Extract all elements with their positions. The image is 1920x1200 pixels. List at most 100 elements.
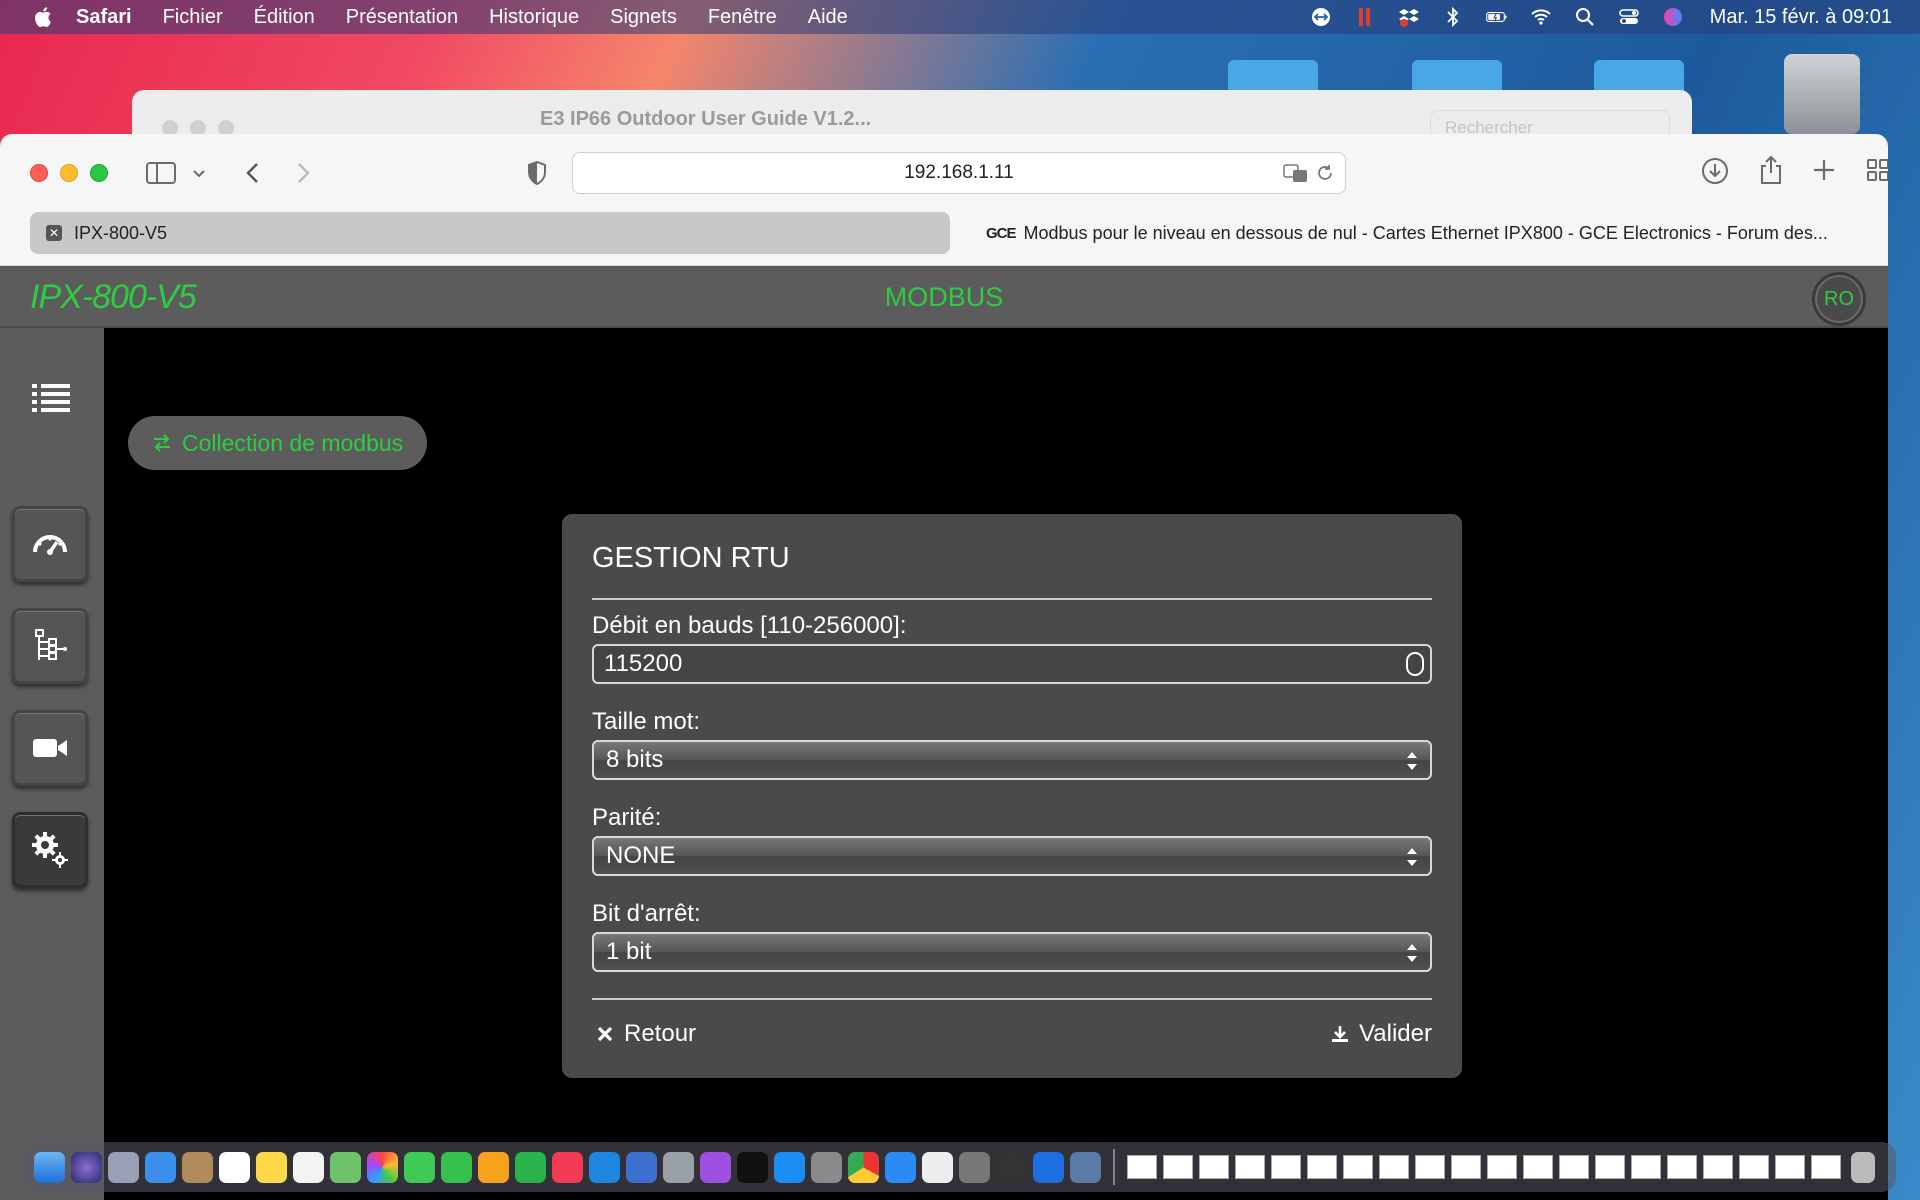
apple-icon[interactable]: [663, 1151, 694, 1183]
share-icon[interactable]: [1756, 154, 1786, 186]
reminders-icon[interactable]: [293, 1151, 324, 1183]
app-store-icon[interactable]: [774, 1151, 805, 1183]
document-icon[interactable]: [1379, 1155, 1409, 1179]
document-icon[interactable]: [1271, 1155, 1301, 1179]
system-preferences-icon[interactable]: [811, 1151, 842, 1183]
numbers-icon[interactable]: [515, 1151, 546, 1183]
minimize-window-button[interactable]: [60, 164, 78, 182]
menu-signets[interactable]: Signets: [610, 6, 677, 29]
menu-historique[interactable]: Historique: [489, 6, 579, 29]
collection-modbus-button[interactable]: Collection de modbus: [128, 416, 428, 470]
parallels-icon[interactable]: [1354, 6, 1376, 28]
document-icon[interactable]: [1811, 1155, 1841, 1179]
menubar-clock[interactable]: Mar. 15 févr. à 09:01: [1710, 6, 1892, 29]
document-icon[interactable]: [1415, 1155, 1445, 1179]
pages-icon[interactable]: [478, 1151, 509, 1183]
teamviewer-icon[interactable]: [1310, 6, 1332, 28]
music-icon[interactable]: [552, 1151, 583, 1183]
document-icon[interactable]: [1775, 1155, 1805, 1179]
chevron-down-icon[interactable]: [190, 164, 208, 182]
control-center-icon[interactable]: [1618, 6, 1640, 28]
document-icon[interactable]: [1163, 1155, 1193, 1179]
document-icon[interactable]: [1739, 1155, 1769, 1179]
notes-icon[interactable]: [256, 1151, 287, 1183]
url-bar[interactable]: 192.168.1.11: [572, 152, 1346, 194]
document-icon[interactable]: [1523, 1155, 1553, 1179]
apple-tv-icon[interactable]: [737, 1151, 768, 1183]
submit-button[interactable]: Valider: [1331, 1020, 1432, 1048]
dashboard-button[interactable]: [12, 506, 88, 582]
mail-icon[interactable]: [145, 1151, 176, 1183]
photos-icon[interactable]: [367, 1151, 398, 1183]
forward-icon[interactable]: [290, 158, 316, 188]
utility-icon[interactable]: [996, 1151, 1027, 1183]
printer-icon[interactable]: [959, 1151, 990, 1183]
document-icon[interactable]: [1235, 1155, 1265, 1179]
zoom-window-button[interactable]: [90, 164, 108, 182]
messages-icon[interactable]: [404, 1151, 435, 1183]
sidebar-toggle-icon[interactable]: [146, 158, 176, 188]
finder-icon[interactable]: [34, 1151, 65, 1183]
document-icon[interactable]: [1307, 1155, 1337, 1179]
camera-button[interactable]: [12, 710, 88, 786]
siri-app-icon[interactable]: [71, 1151, 102, 1183]
privacy-shield-icon[interactable]: [524, 158, 550, 188]
tree-button[interactable]: [12, 608, 88, 684]
tab-overview-icon[interactable]: [1864, 156, 1888, 184]
number-stepper-icon[interactable]: [1406, 652, 1424, 676]
downloads-icon[interactable]: [1700, 156, 1730, 186]
preview-icon[interactable]: [1070, 1151, 1101, 1183]
back-button[interactable]: Retour: [596, 1020, 696, 1048]
document-icon[interactable]: [1487, 1155, 1517, 1179]
spotlight-icon[interactable]: [1574, 6, 1596, 28]
document-icon[interactable]: [1199, 1155, 1229, 1179]
reload-icon[interactable]: [1315, 163, 1335, 183]
user-badge[interactable]: RO: [1812, 272, 1866, 326]
menu-aide[interactable]: Aide: [808, 6, 848, 29]
maps-icon[interactable]: [330, 1151, 361, 1183]
calendar-icon[interactable]: [219, 1151, 250, 1183]
safari-icon[interactable]: [885, 1151, 916, 1183]
document-icon[interactable]: [1451, 1155, 1481, 1179]
settings-button[interactable]: [12, 812, 88, 888]
baud-input[interactable]: 115200: [592, 644, 1432, 684]
word-size-select[interactable]: 8 bits: [592, 740, 1432, 780]
facetime-icon[interactable]: [441, 1151, 472, 1183]
tab-ipx[interactable]: ✕ IPX-800-V5: [30, 212, 950, 254]
battery-icon[interactable]: [1485, 6, 1508, 28]
parity-select[interactable]: NONE: [592, 836, 1432, 876]
script-editor-icon[interactable]: [922, 1151, 953, 1183]
podcasts-icon[interactable]: [700, 1151, 731, 1183]
document-icon[interactable]: [1127, 1155, 1157, 1179]
trash-icon[interactable]: [1851, 1151, 1875, 1183]
menu-fenetre[interactable]: Fenêtre: [708, 6, 777, 29]
wifi-icon[interactable]: [1530, 6, 1552, 28]
back-icon[interactable]: [240, 158, 266, 188]
menu-edition[interactable]: Édition: [254, 6, 315, 29]
contacts-icon[interactable]: [182, 1151, 213, 1183]
translate-icon[interactable]: [1283, 163, 1309, 183]
tab-forum[interactable]: GCE Modbus pour le niveau en dessous de …: [970, 212, 1888, 254]
menu-app-name[interactable]: Safari: [76, 6, 132, 29]
hard-drive-icon[interactable]: [1784, 54, 1860, 134]
close-tab-icon[interactable]: ✕: [46, 225, 62, 241]
dropbox-icon[interactable]: [1398, 6, 1420, 28]
keynote-icon[interactable]: [589, 1151, 620, 1183]
new-tab-icon[interactable]: [1810, 156, 1838, 184]
teamviewer-app-icon[interactable]: [1033, 1151, 1064, 1183]
document-icon[interactable]: [1343, 1155, 1373, 1179]
launchpad-icon[interactable]: [108, 1151, 139, 1183]
siri-icon[interactable]: [1662, 6, 1684, 28]
document-icon[interactable]: [1631, 1155, 1661, 1179]
apple-menu-icon[interactable]: [32, 5, 56, 29]
list-menu-icon[interactable]: [32, 382, 70, 414]
document-icon[interactable]: [1595, 1155, 1625, 1179]
stop-bit-select[interactable]: 1 bit: [592, 932, 1432, 972]
menu-fichier[interactable]: Fichier: [163, 6, 223, 29]
document-icon[interactable]: [1559, 1155, 1589, 1179]
document-icon[interactable]: [1667, 1155, 1697, 1179]
parallels-app-icon[interactable]: [626, 1151, 657, 1183]
close-window-button[interactable]: [30, 164, 48, 182]
chrome-icon[interactable]: [848, 1151, 879, 1183]
document-icon[interactable]: [1703, 1155, 1733, 1179]
